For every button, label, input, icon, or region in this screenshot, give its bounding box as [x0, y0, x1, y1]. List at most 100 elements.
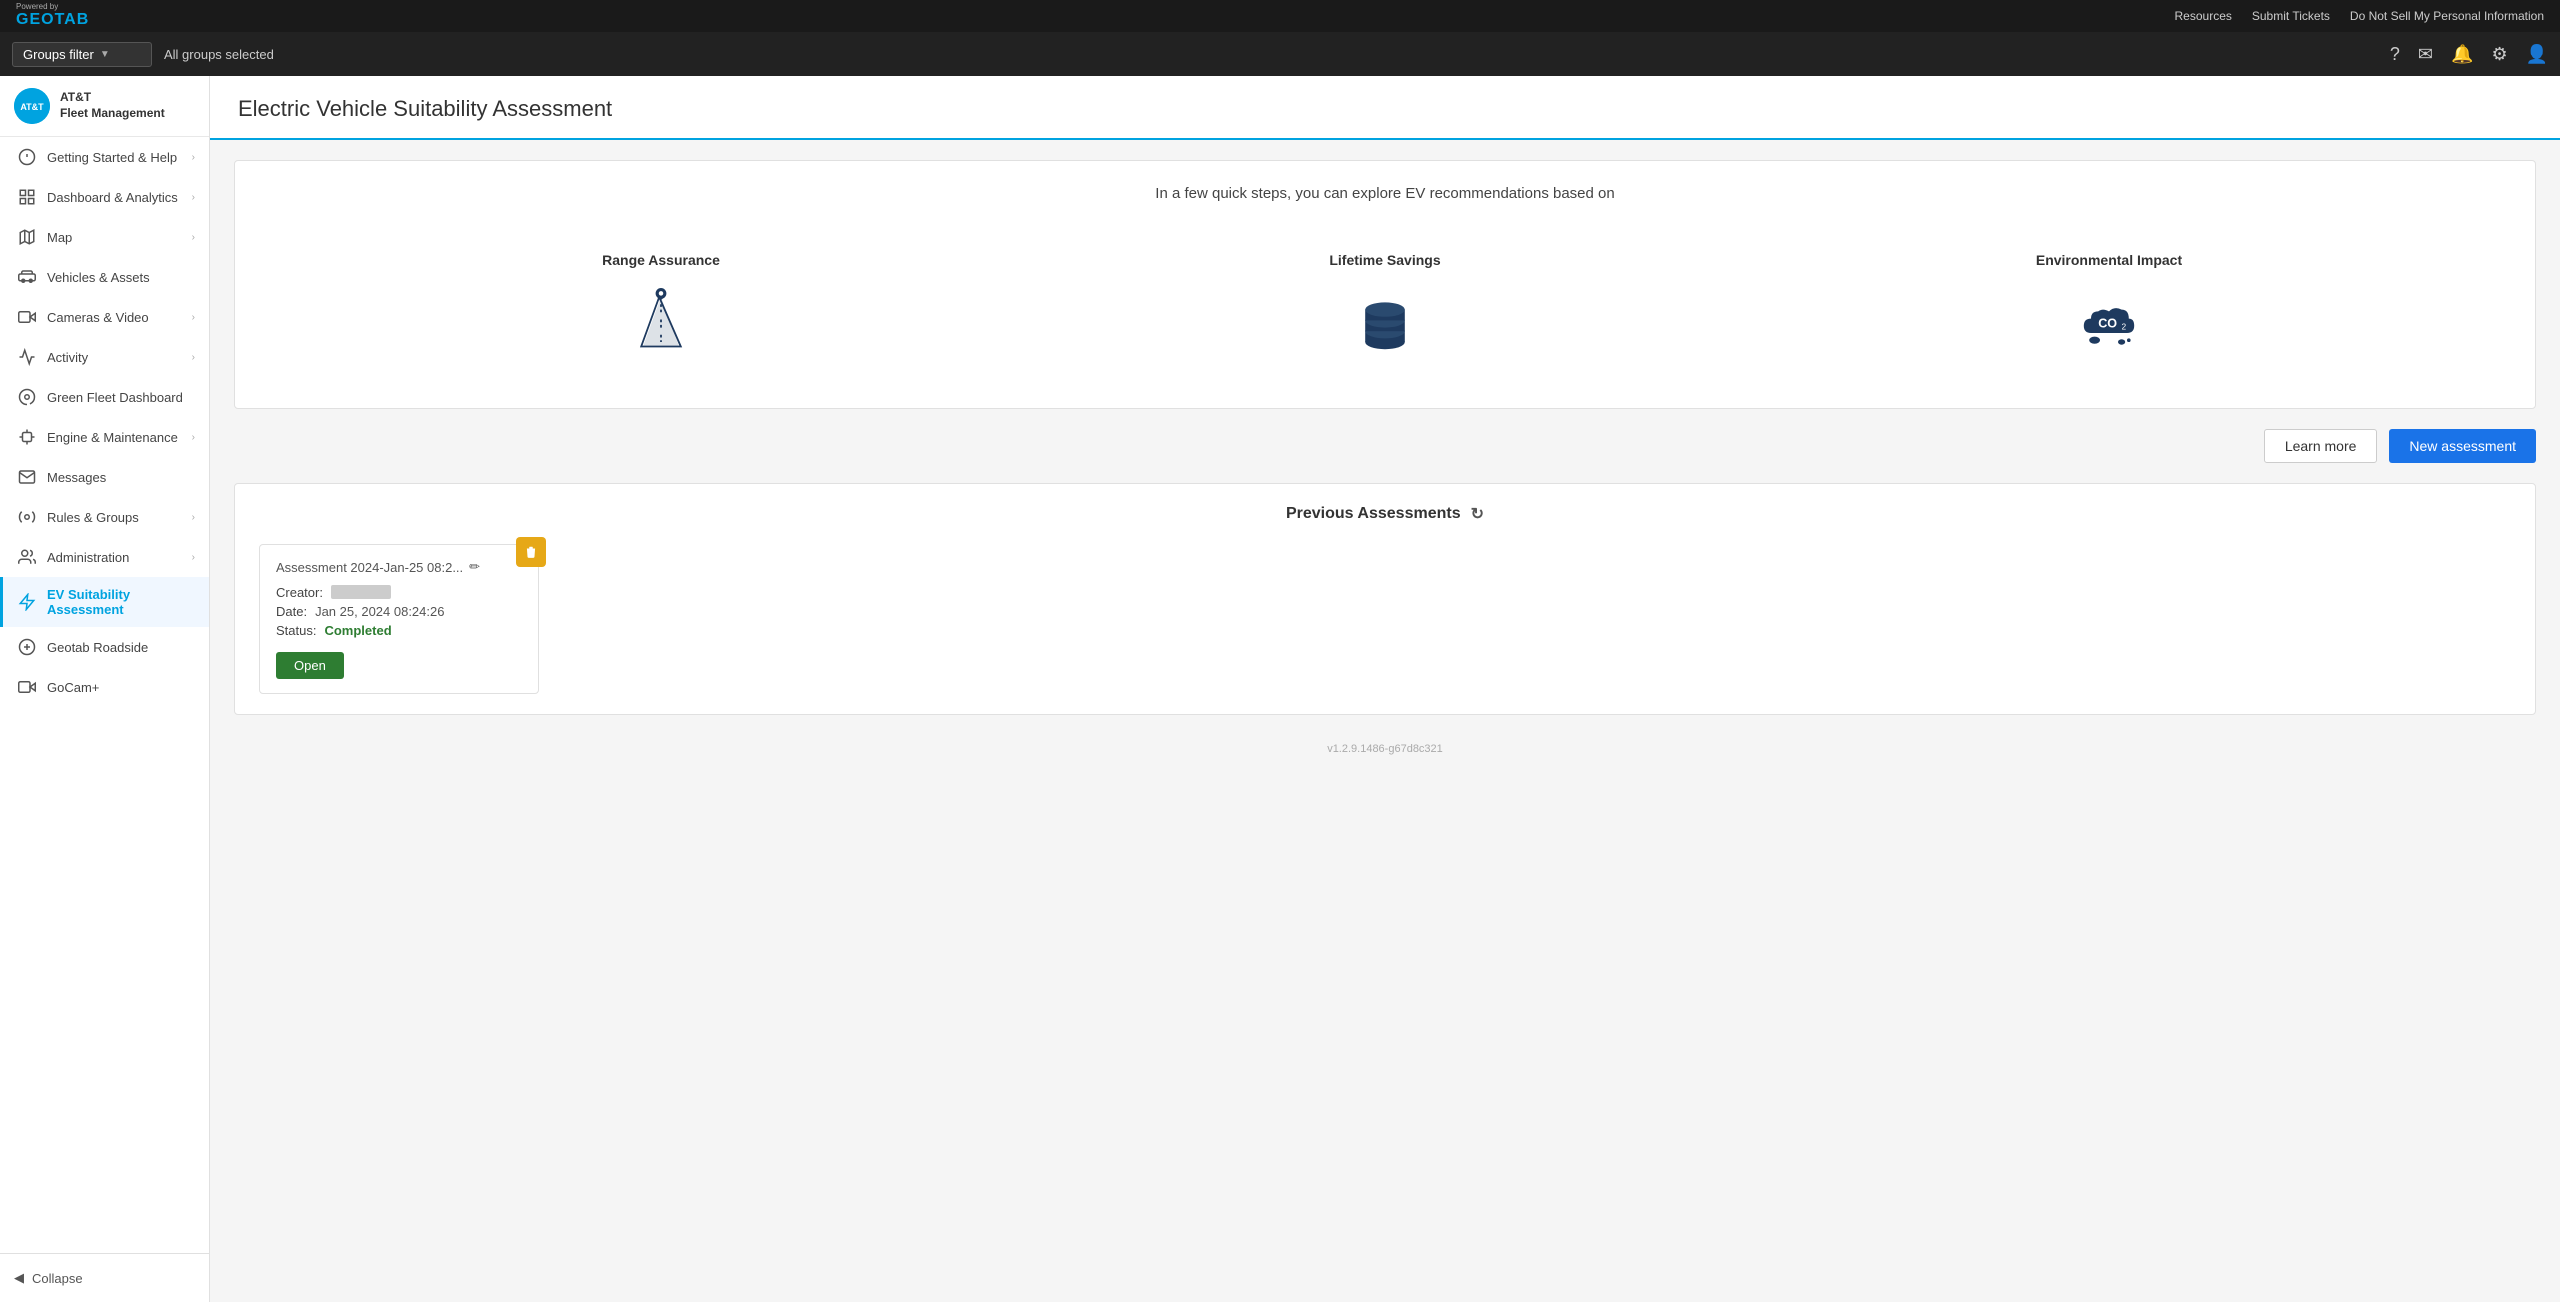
previous-assessments-title: Previous Assessments	[1286, 505, 1461, 523]
resources-link[interactable]: Resources	[2175, 9, 2232, 23]
refresh-icon[interactable]: ↻	[1471, 504, 1484, 524]
ev-features-container: Range Assurance	[259, 242, 2511, 384]
main-layout: AT&T AT&TFleet Management Getting Starte…	[0, 76, 2560, 1302]
sidebar-item-dashboard[interactable]: Dashboard & Analytics ›	[0, 177, 209, 217]
sidebar-item-cameras[interactable]: Cameras & Video ›	[0, 297, 209, 337]
sidebar-item-getting-started[interactable]: Getting Started & Help ›	[0, 137, 209, 177]
savings-icon	[1345, 284, 1425, 364]
range-icon	[621, 284, 701, 364]
settings-icon[interactable]: ⚙	[2491, 44, 2507, 65]
green-fleet-icon	[17, 387, 37, 407]
assessment-title-text: Assessment 2024-Jan-25 08:2...	[276, 560, 463, 575]
rules-chevron-icon: ›	[192, 512, 195, 523]
help-icon[interactable]: ?	[2390, 44, 2400, 65]
sidebar: AT&T AT&TFleet Management Getting Starte…	[0, 76, 210, 1302]
sidebar-item-green-fleet[interactable]: Green Fleet Dashboard	[0, 377, 209, 417]
env-label: Environmental Impact	[2036, 252, 2182, 268]
sidebar-item-ev-suitability[interactable]: EV Suitability Assessment	[0, 577, 209, 627]
creator-value	[331, 585, 391, 599]
map-icon	[17, 227, 37, 247]
new-assessment-button[interactable]: New assessment	[2389, 429, 2536, 463]
version-text: v1.2.9.1486-g67d8c321	[1327, 743, 1443, 755]
delete-assessment-button[interactable]	[516, 537, 546, 567]
dashboard-icon	[17, 187, 37, 207]
brand-name-label: AT&TFleet Management	[60, 90, 165, 121]
svg-text:AT&T: AT&T	[20, 102, 44, 112]
administration-chevron-icon: ›	[192, 552, 195, 563]
dashboard-chevron-icon: ›	[192, 192, 195, 203]
status-value: Completed	[324, 623, 391, 638]
sidebar-item-administration[interactable]: Administration ›	[0, 537, 209, 577]
collapse-label: Collapse	[32, 1271, 83, 1286]
vehicles-icon	[17, 267, 37, 287]
assessment-creator-row: Creator:	[276, 585, 522, 600]
ev-suitability-label: EV Suitability Assessment	[47, 587, 195, 617]
top-bar: Powered by GEOTAB Resources Submit Ticke…	[0, 0, 2560, 32]
open-assessment-button[interactable]: Open	[276, 652, 344, 679]
ev-feature-range: Range Assurance	[299, 252, 1023, 364]
activity-icon	[17, 347, 37, 367]
sidebar-item-geotab-roadside[interactable]: Geotab Roadside	[0, 627, 209, 667]
user-icon[interactable]: 👤	[2526, 44, 2548, 65]
sub-header-icons: ? ✉ 🔔 ⚙ 👤	[2390, 44, 2548, 65]
assessment-date-row: Date: Jan 25, 2024 08:24:26	[276, 604, 522, 619]
activity-chevron-icon: ›	[192, 352, 195, 363]
messages-sidebar-icon	[17, 467, 37, 487]
cameras-label: Cameras & Video	[47, 310, 182, 325]
geotab-roadside-icon	[17, 637, 37, 657]
sidebar-bottom: ◀ Collapse	[0, 1253, 209, 1302]
vehicles-label: Vehicles & Assets	[47, 270, 195, 285]
gocam-icon	[17, 677, 37, 697]
sidebar-item-messages[interactable]: Messages	[0, 457, 209, 497]
messages-icon[interactable]: ✉	[2418, 44, 2433, 65]
page-header: Electric Vehicle Suitability Assessment	[210, 76, 2560, 140]
brand-logo-icon: AT&T	[14, 88, 50, 124]
administration-label: Administration	[47, 550, 182, 565]
do-not-sell-link[interactable]: Do Not Sell My Personal Information	[2350, 9, 2544, 23]
date-value: Jan 25, 2024 08:24:26	[315, 604, 444, 619]
ev-suitability-icon	[17, 592, 37, 612]
top-bar-links: Resources Submit Tickets Do Not Sell My …	[2175, 9, 2544, 23]
ev-features-card: In a few quick steps, you can explore EV…	[234, 160, 2536, 409]
rules-icon	[17, 507, 37, 527]
sidebar-item-activity[interactable]: Activity ›	[0, 337, 209, 377]
ev-feature-savings: Lifetime Savings	[1023, 252, 1747, 364]
assessment-status-row: Status: Completed	[276, 623, 522, 638]
groups-filter-label: Groups filter	[23, 47, 94, 62]
rules-label: Rules & Groups	[47, 510, 182, 525]
notifications-icon[interactable]: 🔔	[2451, 44, 2473, 65]
getting-started-icon	[17, 147, 37, 167]
svg-text:2: 2	[2122, 322, 2127, 331]
engine-label: Engine & Maintenance	[47, 430, 182, 445]
map-label: Map	[47, 230, 182, 245]
geotab-roadside-label: Geotab Roadside	[47, 640, 195, 655]
svg-text:CO: CO	[2098, 317, 2117, 331]
ev-feature-env: Environmental Impact CO 2	[1747, 252, 2471, 364]
version-footer: v1.2.9.1486-g67d8c321	[210, 735, 2560, 763]
groups-filter-button[interactable]: Groups filter ▼	[12, 42, 152, 67]
sidebar-item-map[interactable]: Map ›	[0, 217, 209, 257]
map-chevron-icon: ›	[192, 232, 195, 243]
edit-icon[interactable]: ✏	[469, 559, 480, 575]
administration-icon	[17, 547, 37, 567]
collapse-button[interactable]: ◀ Collapse	[0, 1262, 209, 1294]
previous-assessments-card: Previous Assessments ↻ Assessment 2024-J…	[234, 483, 2536, 715]
engine-chevron-icon: ›	[192, 432, 195, 443]
ev-intro-text: In a few quick steps, you can explore EV…	[259, 185, 2511, 218]
sidebar-item-gocam[interactable]: GoCam+	[0, 667, 209, 707]
sidebar-item-rules[interactable]: Rules & Groups ›	[0, 497, 209, 537]
sidebar-item-engine[interactable]: Engine & Maintenance ›	[0, 417, 209, 457]
sidebar-item-vehicles[interactable]: Vehicles & Assets	[0, 257, 209, 297]
content-area: Electric Vehicle Suitability Assessment …	[210, 76, 2560, 1302]
learn-more-button[interactable]: Learn more	[2264, 429, 2378, 463]
all-groups-text: All groups selected	[164, 47, 274, 62]
date-label: Date:	[276, 604, 307, 619]
getting-started-label: Getting Started & Help	[47, 150, 182, 165]
sub-header: Groups filter ▼ All groups selected ? ✉ …	[0, 32, 2560, 76]
submit-tickets-link[interactable]: Submit Tickets	[2252, 9, 2330, 23]
collapse-arrow-icon: ◀	[14, 1270, 24, 1286]
gocam-label: GoCam+	[47, 680, 195, 695]
assessment-title: Assessment 2024-Jan-25 08:2... ✏	[276, 559, 522, 575]
page-title: Electric Vehicle Suitability Assessment	[238, 96, 2532, 122]
green-fleet-label: Green Fleet Dashboard	[47, 390, 195, 405]
